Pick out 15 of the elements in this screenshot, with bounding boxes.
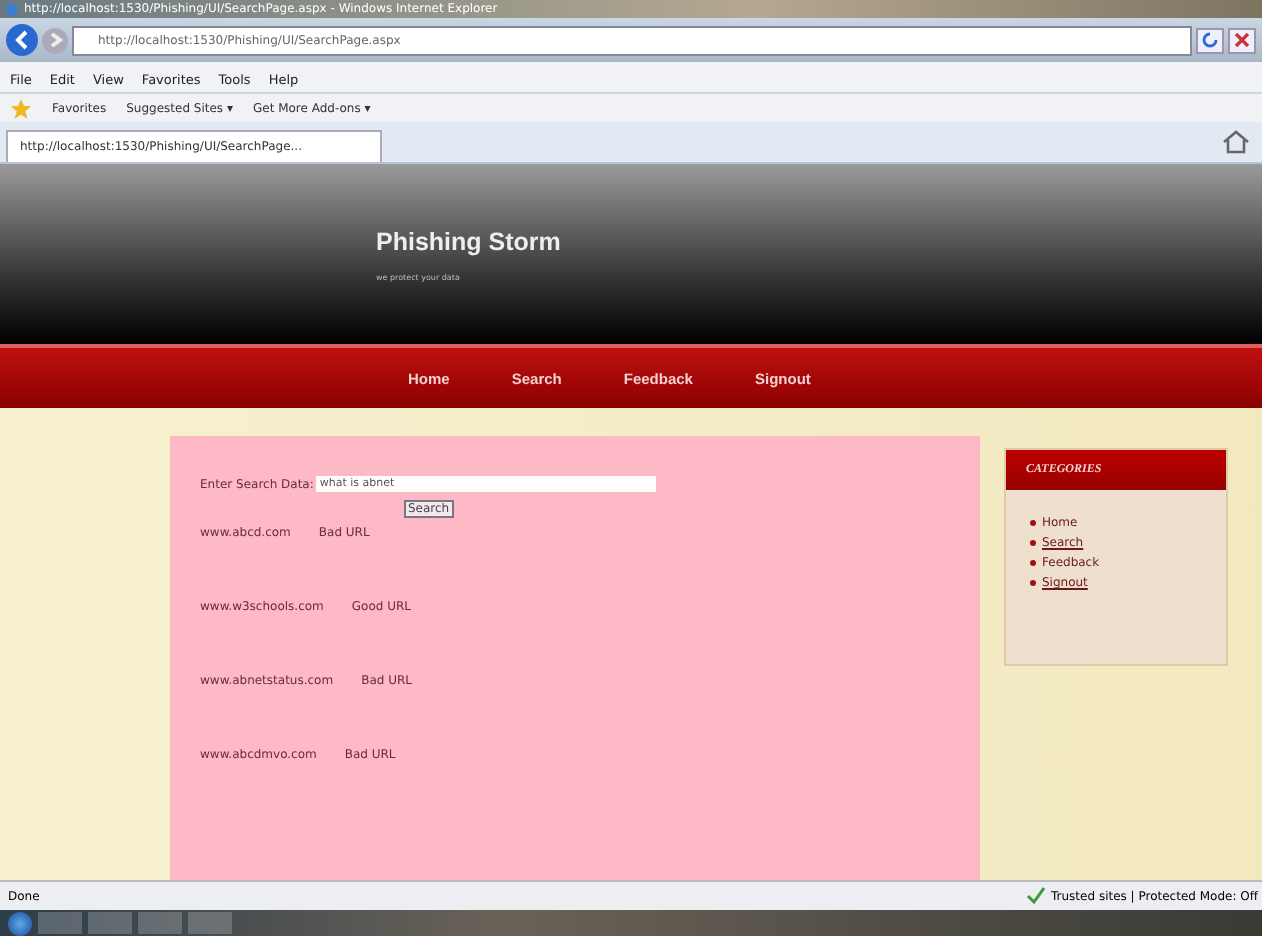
home-icon[interactable] <box>1222 130 1250 154</box>
site-title: Phishing Storm <box>376 227 561 255</box>
star-icon[interactable] <box>10 97 32 119</box>
bullet-icon <box>1030 540 1036 546</box>
check-icon <box>1025 886 1045 906</box>
bullet-icon <box>1030 520 1036 526</box>
back-button[interactable] <box>6 24 38 56</box>
bullet-icon <box>1030 580 1036 586</box>
bullet-icon <box>1030 560 1036 566</box>
start-button[interactable] <box>8 911 32 935</box>
stop-button[interactable] <box>1228 27 1256 53</box>
refresh-icon <box>1200 30 1220 50</box>
close-icon <box>1232 30 1252 50</box>
refresh-button[interactable] <box>1196 27 1224 53</box>
forward-button[interactable] <box>42 27 68 53</box>
